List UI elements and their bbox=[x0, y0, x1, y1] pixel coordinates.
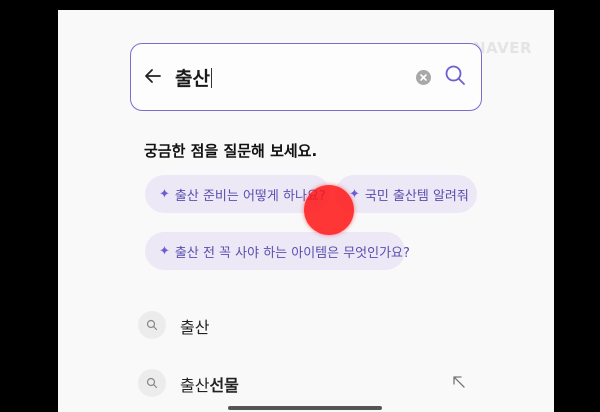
question-chip-popular-items[interactable]: ✦ 국민 출산템 알려줘 bbox=[335, 175, 477, 213]
search-input[interactable]: 출산 bbox=[175, 64, 212, 91]
back-arrow-icon[interactable] bbox=[143, 66, 163, 86]
chip-label: 출산 전 꼭 사야 하는 아이템은 무엇인가요? bbox=[174, 245, 410, 261]
suggestion-prefix: 출산 bbox=[180, 376, 210, 395]
question-chip-must-buy[interactable]: ✦ 출산 전 꼭 사야 하는 아이템은 무엇인가요? bbox=[145, 232, 410, 270]
search-icon bbox=[138, 311, 166, 339]
sparkle-icon: ✦ bbox=[159, 186, 170, 202]
search-icon[interactable] bbox=[444, 64, 466, 86]
clear-icon[interactable] bbox=[416, 70, 431, 85]
search-icon bbox=[138, 369, 166, 397]
question-chip-preparation[interactable]: ✦ 출산 준비는 어떻게 하나요? bbox=[145, 175, 330, 213]
suggestion-item[interactable]: 출산 bbox=[138, 308, 478, 342]
suggestion-text: 출산 bbox=[180, 314, 209, 338]
chip-label: 국민 출산템 알려줘 bbox=[364, 188, 469, 204]
question-prompt-heading: 궁금한 점을 질문해 보세요. bbox=[144, 142, 318, 160]
search-bar[interactable]: 출산 bbox=[130, 43, 482, 111]
touch-indicator bbox=[304, 185, 354, 235]
app-screen: NAVER 출산 궁금한 점을 질문해 보세요. ✦ 출산 준비는 어떻게 하나… bbox=[58, 10, 554, 412]
fill-query-arrow-icon[interactable] bbox=[452, 375, 466, 389]
home-indicator[interactable] bbox=[228, 406, 382, 410]
text-caret bbox=[210, 68, 212, 88]
suggestion-suffix: 선물 bbox=[209, 376, 239, 395]
suggestion-text: 출산선물 bbox=[180, 372, 239, 396]
suggestion-prefix: 출산 bbox=[180, 318, 210, 337]
sparkle-icon: ✦ bbox=[159, 243, 170, 259]
search-query-text: 출산 bbox=[175, 68, 210, 90]
suggestion-item[interactable]: 출산선물 bbox=[138, 366, 478, 400]
chip-label: 출산 준비는 어떻게 하나요? bbox=[174, 188, 326, 204]
